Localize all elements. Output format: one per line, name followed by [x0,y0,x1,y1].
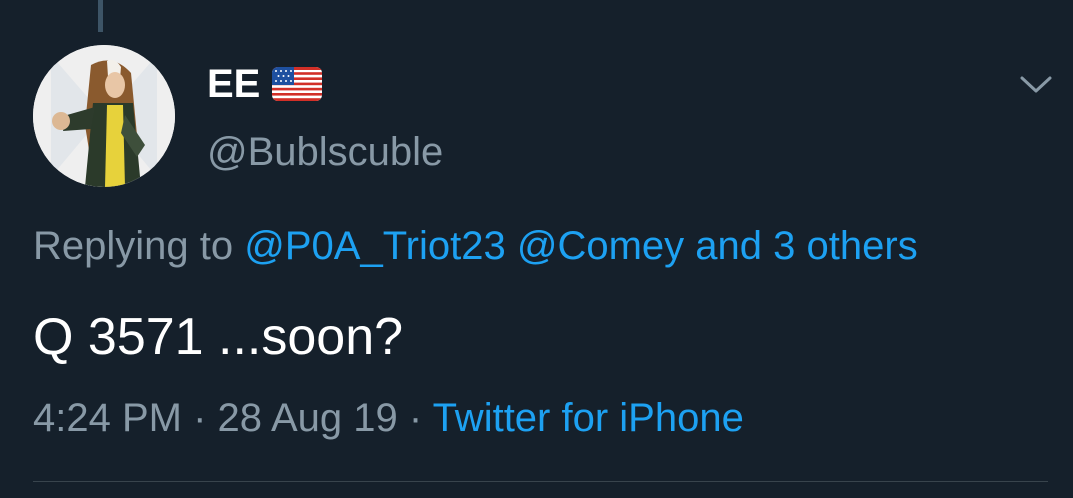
us-flag-icon [272,67,323,101]
tweet-date[interactable]: 28 Aug 19 [218,396,398,440]
meta-separator: · [193,396,207,440]
mention-link-comey[interactable]: @Comey [517,224,684,268]
tweet-card: EE @Bublscuble Replying to @P0A_Triot23 … [0,0,1073,498]
user-handle[interactable]: @Bublscuble [207,130,443,174]
divider [33,481,1048,482]
thread-connector-line [98,0,103,32]
mention-others-link[interactable]: 3 others [773,224,918,268]
chevron-down-icon[interactable] [1016,70,1056,98]
replying-to-line: Replying to @P0A_Triot23 @Comey and 3 ot… [33,223,918,269]
mention-and-text[interactable]: and [695,224,762,268]
tweet-source-link[interactable]: Twitter for iPhone [433,396,744,440]
display-name[interactable]: EE [207,62,260,106]
tweet-time[interactable]: 4:24 PM [33,396,182,440]
avatar[interactable] [33,45,175,187]
mention-link-p0a-triot23[interactable]: @P0A_Triot23 [244,224,505,268]
replying-to-label: Replying to [33,224,234,268]
tweet-meta: 4:24 PM · 28 Aug 19 · Twitter for iPhone [33,395,744,441]
tweet-text: Q 3571 ...soon? [33,308,404,366]
user-display-name-row[interactable]: EE [207,62,323,106]
meta-separator: · [408,396,423,440]
